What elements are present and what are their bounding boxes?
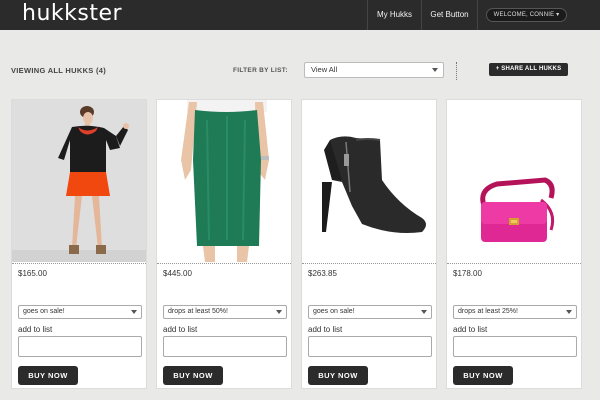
add-to-list-label: add to list bbox=[163, 325, 198, 334]
user-menu-button[interactable]: WELCOME, CONNIE ▾ bbox=[486, 8, 567, 22]
pink-crossbody-bag-image[interactable] bbox=[447, 100, 581, 262]
buy-now-button[interactable]: BUY NOW bbox=[163, 366, 223, 385]
price-alert-value: goes on sale! bbox=[313, 308, 355, 315]
top-nav-bar: hukkster My Hukks Get Button WELCOME, CO… bbox=[0, 0, 600, 30]
green-pencil-skirt-image[interactable] bbox=[157, 100, 291, 262]
add-to-list-label: add to list bbox=[453, 325, 488, 334]
buy-now-button[interactable]: BUY NOW bbox=[453, 366, 513, 385]
product-card: $445.00 drops at least 50%! add to list … bbox=[156, 99, 292, 389]
price-alert-select[interactable]: goes on sale! bbox=[18, 305, 142, 319]
buy-now-button[interactable]: BUY NOW bbox=[308, 366, 368, 385]
card-divider bbox=[447, 263, 581, 264]
add-to-list-input[interactable] bbox=[453, 336, 577, 357]
price-alert-select[interactable]: goes on sale! bbox=[308, 305, 432, 319]
share-all-hukks-button[interactable]: + SHARE ALL HUKKS bbox=[489, 63, 568, 76]
price-alert-select[interactable]: drops at least 50%! bbox=[163, 305, 287, 319]
add-to-list-label: add to list bbox=[18, 325, 53, 334]
chevron-down-icon bbox=[131, 310, 137, 314]
add-to-list-input[interactable] bbox=[308, 336, 432, 357]
filter-label: FILTER BY LIST: bbox=[233, 67, 288, 74]
filter-list-select[interactable]: View All bbox=[304, 62, 444, 78]
filter-selected-value: View All bbox=[311, 65, 338, 74]
hukkster-logo[interactable]: hukkster bbox=[22, 1, 122, 26]
chevron-down-icon bbox=[432, 68, 438, 72]
product-price: $445.00 bbox=[163, 269, 192, 278]
add-to-list-input[interactable] bbox=[163, 336, 287, 357]
nav-get-button[interactable]: Get Button bbox=[421, 0, 477, 30]
price-alert-value: drops at least 50%! bbox=[168, 308, 228, 315]
card-divider bbox=[302, 263, 436, 264]
product-card: $263.85 goes on sale! add to list BUY NO… bbox=[301, 99, 437, 389]
nav-divider bbox=[477, 0, 478, 30]
product-price: $165.00 bbox=[18, 269, 47, 278]
chevron-down-icon bbox=[276, 310, 282, 314]
toolbar-divider bbox=[456, 62, 457, 80]
product-card: $165.00 goes on sale! add to list BUY NO… bbox=[11, 99, 147, 389]
price-alert-select[interactable]: drops at least 25%! bbox=[453, 305, 577, 319]
page-title: VIEWING ALL HUKKS (4) bbox=[11, 66, 107, 75]
product-price: $178.00 bbox=[453, 269, 482, 278]
product-price: $263.85 bbox=[308, 269, 337, 278]
add-to-list-label: add to list bbox=[308, 325, 343, 334]
buy-now-button[interactable]: BUY NOW bbox=[18, 366, 78, 385]
price-alert-value: goes on sale! bbox=[23, 308, 65, 315]
card-divider bbox=[157, 263, 291, 264]
price-alert-value: drops at least 25%! bbox=[458, 308, 518, 315]
product-card: $178.00 drops at least 25%! add to list … bbox=[446, 99, 582, 389]
black-ankle-bootie-image[interactable] bbox=[302, 100, 436, 262]
add-to-list-input[interactable] bbox=[18, 336, 142, 357]
nav-my-hukks[interactable]: My Hukks bbox=[367, 0, 421, 30]
chevron-down-icon bbox=[421, 310, 427, 314]
card-divider bbox=[12, 263, 146, 264]
model-black-sweater-orange-skirt-image[interactable] bbox=[12, 100, 146, 262]
chevron-down-icon bbox=[566, 310, 572, 314]
